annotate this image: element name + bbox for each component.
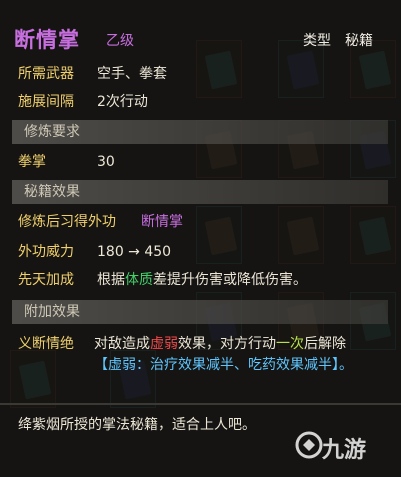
training-label: 拳掌 (18, 154, 46, 170)
weapon-value: 空手、拳套 (97, 66, 167, 82)
effect-once: 一次 (276, 336, 304, 352)
divider (0, 403, 401, 405)
effect-text-1: 对敌造成 (94, 336, 150, 352)
power-row: 外功威力 180 → 450 (18, 242, 171, 262)
type-value: 秘籍 (345, 33, 373, 49)
effect-text-2: 效果，对方行动 (178, 336, 276, 352)
secret-header: 秘籍效果 (12, 180, 388, 204)
extra-row: 义断情绝 (18, 334, 74, 354)
innate-row: 先天加成 根据体质差提升伤害或降低伤害。 (18, 270, 307, 290)
item-tooltip: 断情掌 乙级 类型 秘籍 所需武器 空手、拳套 施展间隔 2次行动 修炼要求 拳… (0, 0, 401, 477)
power-label: 外功威力 (18, 244, 74, 260)
learn-value: 断情掌 (141, 214, 183, 230)
weapon-row: 所需武器 空手、拳套 (18, 64, 167, 84)
training-value: 30 (97, 154, 115, 170)
effect-weak-detail: 【虚弱：治疗效果减半、吃药效果减半】。 (94, 357, 353, 373)
training-header: 修炼要求 (12, 120, 388, 144)
weapon-label: 所需武器 (18, 66, 74, 82)
effect-text-3: 后解除 (304, 336, 346, 352)
innate-pre: 根据 (97, 272, 125, 288)
learn-row: 修炼后习得外功 断情掌 (18, 212, 183, 232)
extra-label: 义断情绝 (18, 336, 74, 352)
watermark-logo-icon (295, 431, 323, 459)
item-description: 绛紫烟所授的掌法秘籍，适合上人吧。 (18, 417, 256, 433)
effect-weak: 虚弱 (150, 336, 178, 352)
extra-header: 附加效果 (12, 300, 388, 324)
learn-label: 修炼后习得外功 (18, 214, 116, 230)
interval-label: 施展间隔 (18, 94, 74, 110)
type-label: 类型 (303, 33, 331, 49)
skill-grade: 乙级 (106, 33, 134, 49)
innate-highlight: 体质 (125, 272, 153, 288)
innate-post: 差提升伤害或降低伤害。 (153, 272, 307, 288)
innate-value: 根据体质差提升伤害或降低伤害。 (97, 270, 307, 290)
innate-label: 先天加成 (18, 272, 74, 288)
skill-name: 断情掌 (14, 28, 80, 52)
interval-row: 施展间隔 2次行动 (18, 92, 148, 112)
training-row: 拳掌 30 (18, 152, 115, 172)
interval-value: 2次行动 (97, 94, 148, 110)
extra-effect-text: 对敌造成虚弱效果，对方行动一次后解除 【虚弱：治疗效果减半、吃药效果减半】。 (94, 334, 384, 376)
power-value: 180 → 450 (97, 244, 172, 260)
watermark-text: 九游 (322, 438, 367, 463)
